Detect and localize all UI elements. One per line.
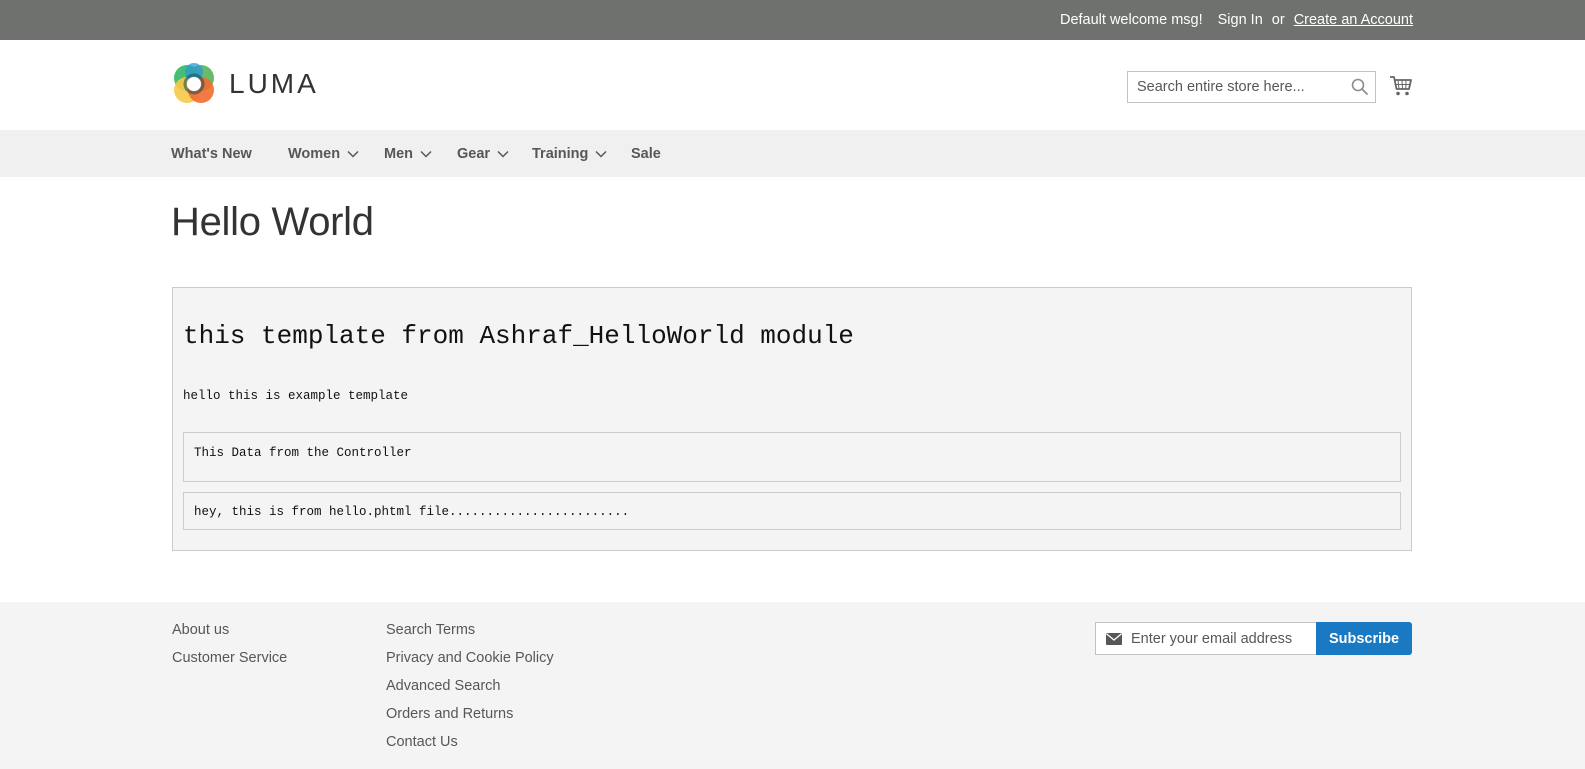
footer-link-privacy-policy[interactable]: Privacy and Cookie Policy: [386, 650, 554, 666]
search-icon[interactable]: [1351, 78, 1369, 96]
or-separator: or: [1271, 12, 1285, 28]
luma-logo-icon: [174, 63, 214, 103]
search-input[interactable]: [1128, 72, 1343, 102]
chevron-down-icon: [347, 150, 359, 158]
search-box: [1127, 71, 1376, 103]
chevron-down-icon: [595, 150, 607, 158]
template-heading: this template from Ashraf_HelloWorld mod…: [183, 321, 854, 351]
footer-link-about-us[interactable]: About us: [172, 622, 229, 638]
nav-item-men[interactable]: Men: [384, 130, 432, 177]
footer-link-advanced-search[interactable]: Advanced Search: [386, 678, 500, 694]
nav-item-gear[interactable]: Gear: [457, 130, 509, 177]
header-links: Default welcome msg! Sign In or Create a…: [1060, 0, 1413, 40]
footer-link-orders-returns[interactable]: Orders and Returns: [386, 706, 513, 722]
nav-item-training[interactable]: Training: [532, 130, 607, 177]
nav-item-label: Men: [384, 145, 413, 162]
sign-in-link[interactable]: Sign In: [1218, 12, 1263, 28]
subscribe-button[interactable]: Subscribe: [1316, 622, 1412, 655]
newsletter-field: [1095, 622, 1317, 655]
welcome-message: Default welcome msg!: [1059, 12, 1203, 28]
nav-item-label: Women: [288, 145, 341, 162]
module-output-box: this template from Ashraf_HelloWorld mod…: [172, 287, 1412, 551]
logo[interactable]: LUMA: [171, 61, 321, 107]
nav-item-label: Training: [532, 145, 589, 162]
nav-item-sale[interactable]: Sale: [631, 130, 661, 177]
chevron-down-icon: [420, 150, 432, 158]
newsletter-email-input[interactable]: [1131, 623, 1315, 654]
nav-item-label: What's New: [171, 145, 252, 162]
page-title: Hello World: [171, 200, 374, 244]
main-nav: What's New Women Men Gear Training Sale: [0, 130, 1585, 177]
template-text: hello this is example template: [183, 389, 409, 403]
controller-data-box: This Data from the Controller: [183, 432, 1401, 482]
logo-text: LUMA: [229, 68, 319, 99]
envelope-icon: [1106, 633, 1122, 645]
chevron-down-icon: [497, 150, 509, 158]
footer-link-contact-us[interactable]: Contact Us: [386, 734, 458, 750]
cart-icon[interactable]: [1389, 74, 1413, 98]
phtml-output-box: hey, this is from hello.phtml file......…: [183, 492, 1401, 530]
phtml-output-text: hey, this is from hello.phtml file......…: [194, 505, 630, 519]
nav-item-label: Gear: [457, 145, 491, 162]
footer-link-customer-service[interactable]: Customer Service: [172, 650, 287, 666]
nav-item-whats-new[interactable]: What's New: [171, 130, 252, 177]
controller-data-text: This Data from the Controller: [194, 446, 412, 460]
nav-item-label: Sale: [631, 145, 661, 162]
top-panel: Default welcome msg! Sign In or Create a…: [0, 0, 1585, 40]
nav-item-women[interactable]: Women: [288, 130, 359, 177]
create-account-link[interactable]: Create an Account: [1294, 12, 1413, 28]
footer-link-search-terms[interactable]: Search Terms: [386, 622, 475, 638]
